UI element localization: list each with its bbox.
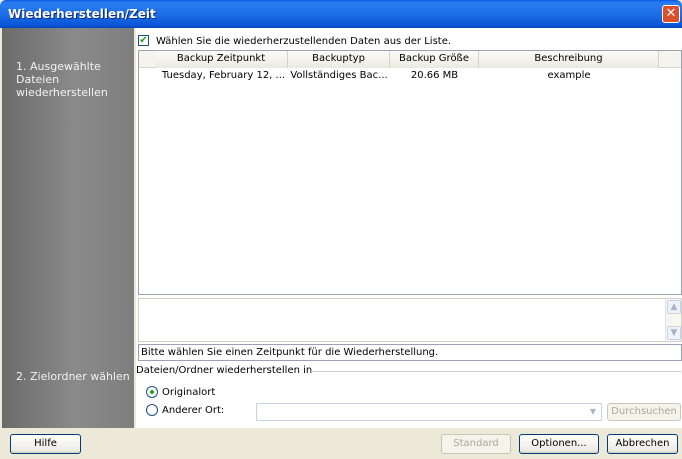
column-header-groesse[interactable]: Backup Größe (390, 51, 479, 68)
select-all-label: Wählen Sie die wiederherzustellenden Dat… (156, 36, 452, 47)
title-bar: Wiederherstellen/Zeit ✕ (0, 0, 682, 28)
scroll-down-icon[interactable]: ▼ (667, 326, 681, 340)
radio-other-location-label[interactable]: Anderer Ort: (162, 405, 224, 416)
sidebar-step-restore-files: 1. Ausgewählte Dateien wiederherstellen (16, 60, 108, 99)
options-button[interactable]: Optionen... (519, 434, 599, 454)
radio-original-location[interactable] (146, 386, 158, 398)
hint-text: Bitte wählen Sie einen Zeitpunkt für die… (138, 344, 682, 361)
table-row[interactable]: Tuesday, February 12, ... Vollständiges … (139, 69, 681, 85)
column-header-backuptyp[interactable]: Backuptyp (288, 51, 390, 68)
cancel-button[interactable]: Abbrechen (607, 434, 678, 454)
help-button[interactable]: Hilfe (10, 434, 81, 454)
scroll-up-icon[interactable]: ▲ (667, 300, 681, 314)
cell-backuptyp: Vollständiges Bac... (290, 70, 388, 81)
select-all-checkbox[interactable]: ✔ (138, 35, 149, 46)
main-panel: ✔ Wählen Sie die wiederherzustellenden D… (136, 28, 682, 428)
radio-selected-dot (150, 390, 154, 394)
cell-groesse: 20.66 MB (410, 70, 459, 81)
cell-beschreibung: example (547, 70, 591, 81)
window-title: Wiederherstellen/Zeit (8, 7, 156, 21)
group-divider (311, 371, 681, 372)
column-header-beschreibung[interactable]: Beschreibung (479, 51, 659, 68)
wizard-sidebar: 1. Ausgewählte Dateien wiederherstellen … (2, 28, 134, 428)
other-location-path-input[interactable]: ▼ (256, 403, 602, 421)
browse-button[interactable]: Durchsuchen (607, 403, 681, 421)
chevron-down-icon[interactable]: ▼ (586, 405, 600, 419)
dialog-footer: Hilfe Standard Optionen... Abbrechen (0, 428, 682, 459)
sidebar-step-target-folder: 2. Zielordner wählen (16, 370, 130, 383)
standard-button[interactable]: Standard (441, 434, 511, 454)
cell-zeitpunkt: Tuesday, February 12, ... (161, 70, 286, 81)
vertical-scrollbar[interactable]: ▲ ▼ (665, 299, 681, 341)
radio-original-location-label[interactable]: Originalort (162, 387, 215, 398)
close-icon[interactable]: ✕ (662, 5, 680, 23)
backup-list[interactable]: Backup Zeitpunkt Backuptyp Backup Größe … (138, 50, 682, 295)
restore-target-group-label: Dateien/Ordner wiederherstellen in (136, 365, 319, 376)
radio-other-location[interactable] (146, 404, 158, 416)
column-header-zeitpunkt[interactable]: Backup Zeitpunkt (155, 51, 288, 68)
description-box: ▲ ▼ (138, 298, 682, 342)
list-header: Backup Zeitpunkt Backuptyp Backup Größe … (139, 51, 681, 68)
